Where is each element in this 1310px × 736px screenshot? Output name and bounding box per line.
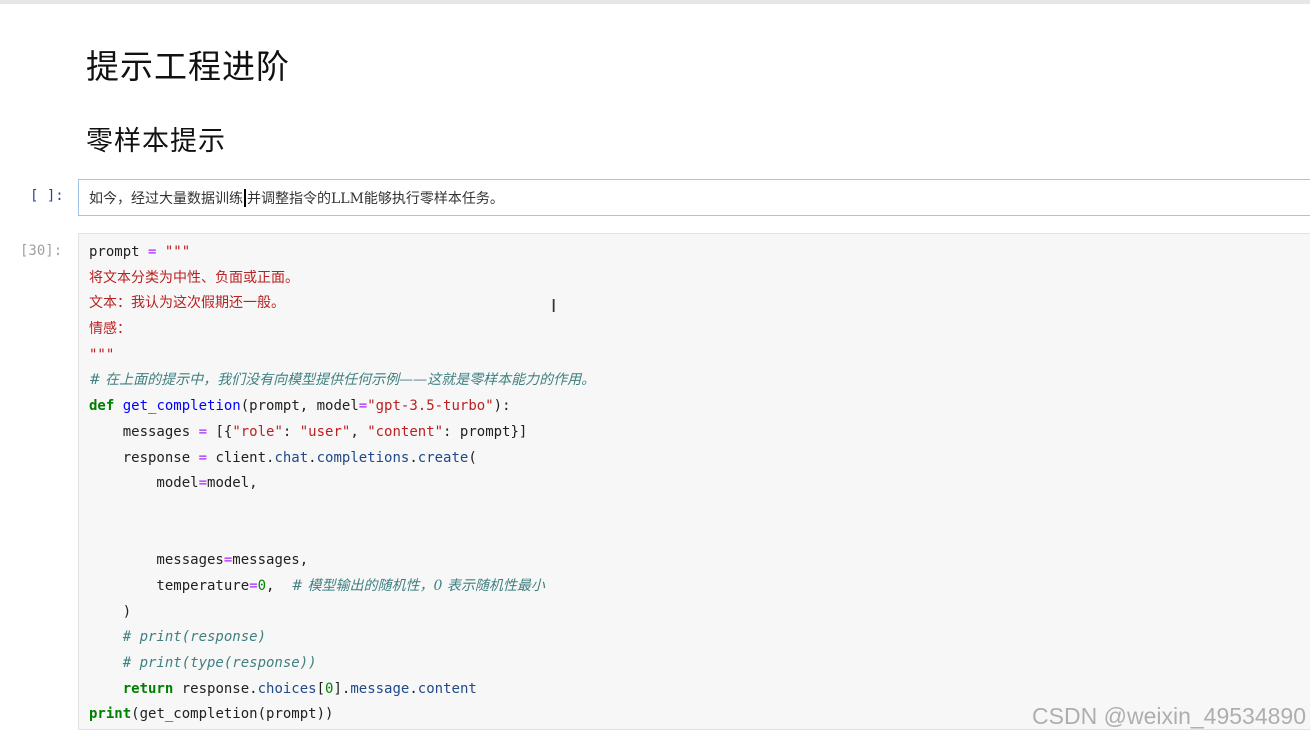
markdown-cell-prompt: [ ]: — [30, 188, 64, 204]
markdown-text-part2: 并调整指令的LLM能够执行零样本任务。 — [247, 191, 504, 207]
code-line: ) — [89, 603, 132, 620]
code-line: def get_completion(prompt, model="gpt-3.… — [89, 398, 511, 415]
code-line: 将文本分类为中性、负面或正面。 — [89, 269, 299, 286]
top-border — [0, 0, 1310, 4]
code-line: response = client.chat.completions.creat… — [89, 449, 477, 466]
code-line: 情感： — [89, 321, 131, 338]
markdown-cell-editor[interactable]: 如今，经过大量数据训练 并调整指令的LLM能够执行零样本任务。 — [78, 179, 1310, 216]
text-cursor-icon: I — [551, 296, 557, 317]
markdown-text-part1: 如今，经过大量数据训练 — [89, 191, 243, 207]
code-comment-line: # 在上面的提示中，我们没有向模型提供任何示例——这就是零样本能力的作用。 — [89, 372, 596, 389]
heading-zero-shot-prompting: 零样本提示 — [86, 126, 226, 157]
code-line: prompt = """ — [89, 244, 191, 260]
code-line: messages=messages, — [89, 552, 309, 569]
code-line: """ — [89, 346, 115, 363]
heading-advanced-prompt-engineering: 提示工程进阶 — [86, 47, 290, 86]
code-comment-line: # print(response) — [89, 629, 267, 646]
code-line: print(get_completion(prompt)) — [89, 706, 334, 723]
code-comment-line: # print(type(response)) — [89, 655, 317, 671]
text-cursor — [244, 189, 246, 207]
code-block[interactable]: prompt = """ 将文本分类为中性、负面或正面。 文本：我认为这次假期还一般… — [89, 240, 595, 728]
csdn-watermark: CSDN @weixin_49534890 — [1032, 703, 1306, 729]
markdown-cell-text[interactable]: 如今，经过大量数据训练 并调整指令的LLM能够执行零样本任务。 — [89, 188, 504, 208]
code-line: messages = [{"role": "user", "content": … — [89, 423, 528, 440]
code-line: 文本：我认为这次假期还一般。 — [89, 295, 285, 312]
code-line: model=model, — [89, 475, 258, 492]
code-cell-editor[interactable]: prompt = """ 将文本分类为中性、负面或正面。 文本：我认为这次假期还一般… — [78, 233, 1310, 730]
code-line: return response.choices[0].message.conte… — [89, 680, 477, 697]
code-line: temperature=0, # 模型输出的随机性，0 表示随机性最小 — [89, 577, 545, 594]
code-cell-prompt: [30]: — [20, 243, 63, 259]
